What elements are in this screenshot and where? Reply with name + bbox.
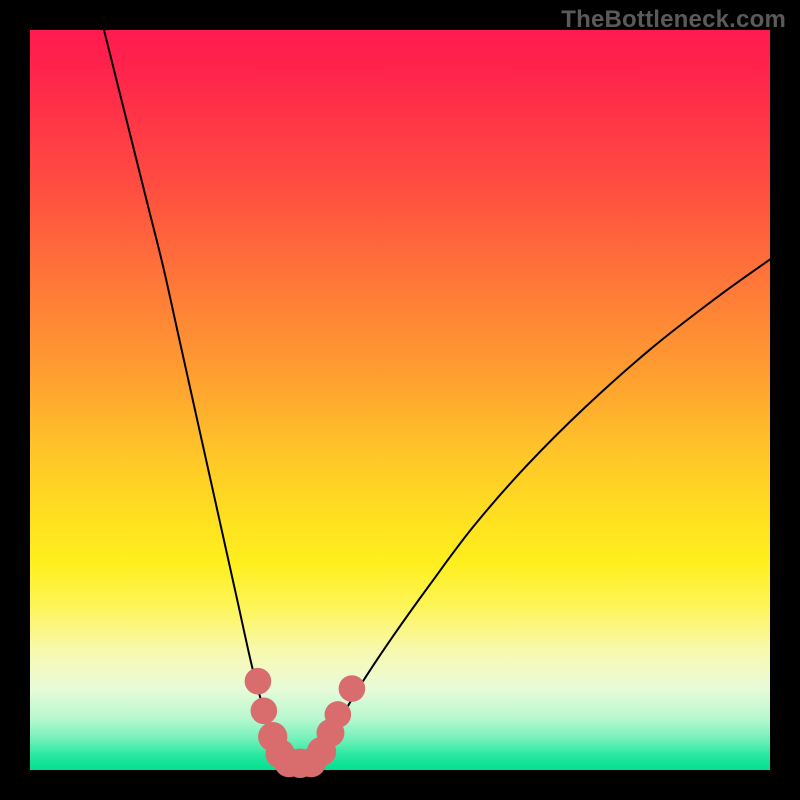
- chart-svg: [30, 30, 770, 770]
- plot-area: [30, 30, 770, 770]
- watermark-text: TheBottleneck.com: [561, 6, 786, 34]
- left-curve: [104, 30, 283, 759]
- right-curve: [317, 259, 770, 759]
- data-marker: [245, 668, 272, 695]
- data-marker: [339, 675, 366, 702]
- data-marker: [325, 701, 352, 728]
- chart-frame: TheBottleneck.com: [0, 0, 800, 800]
- data-marker: [251, 697, 278, 724]
